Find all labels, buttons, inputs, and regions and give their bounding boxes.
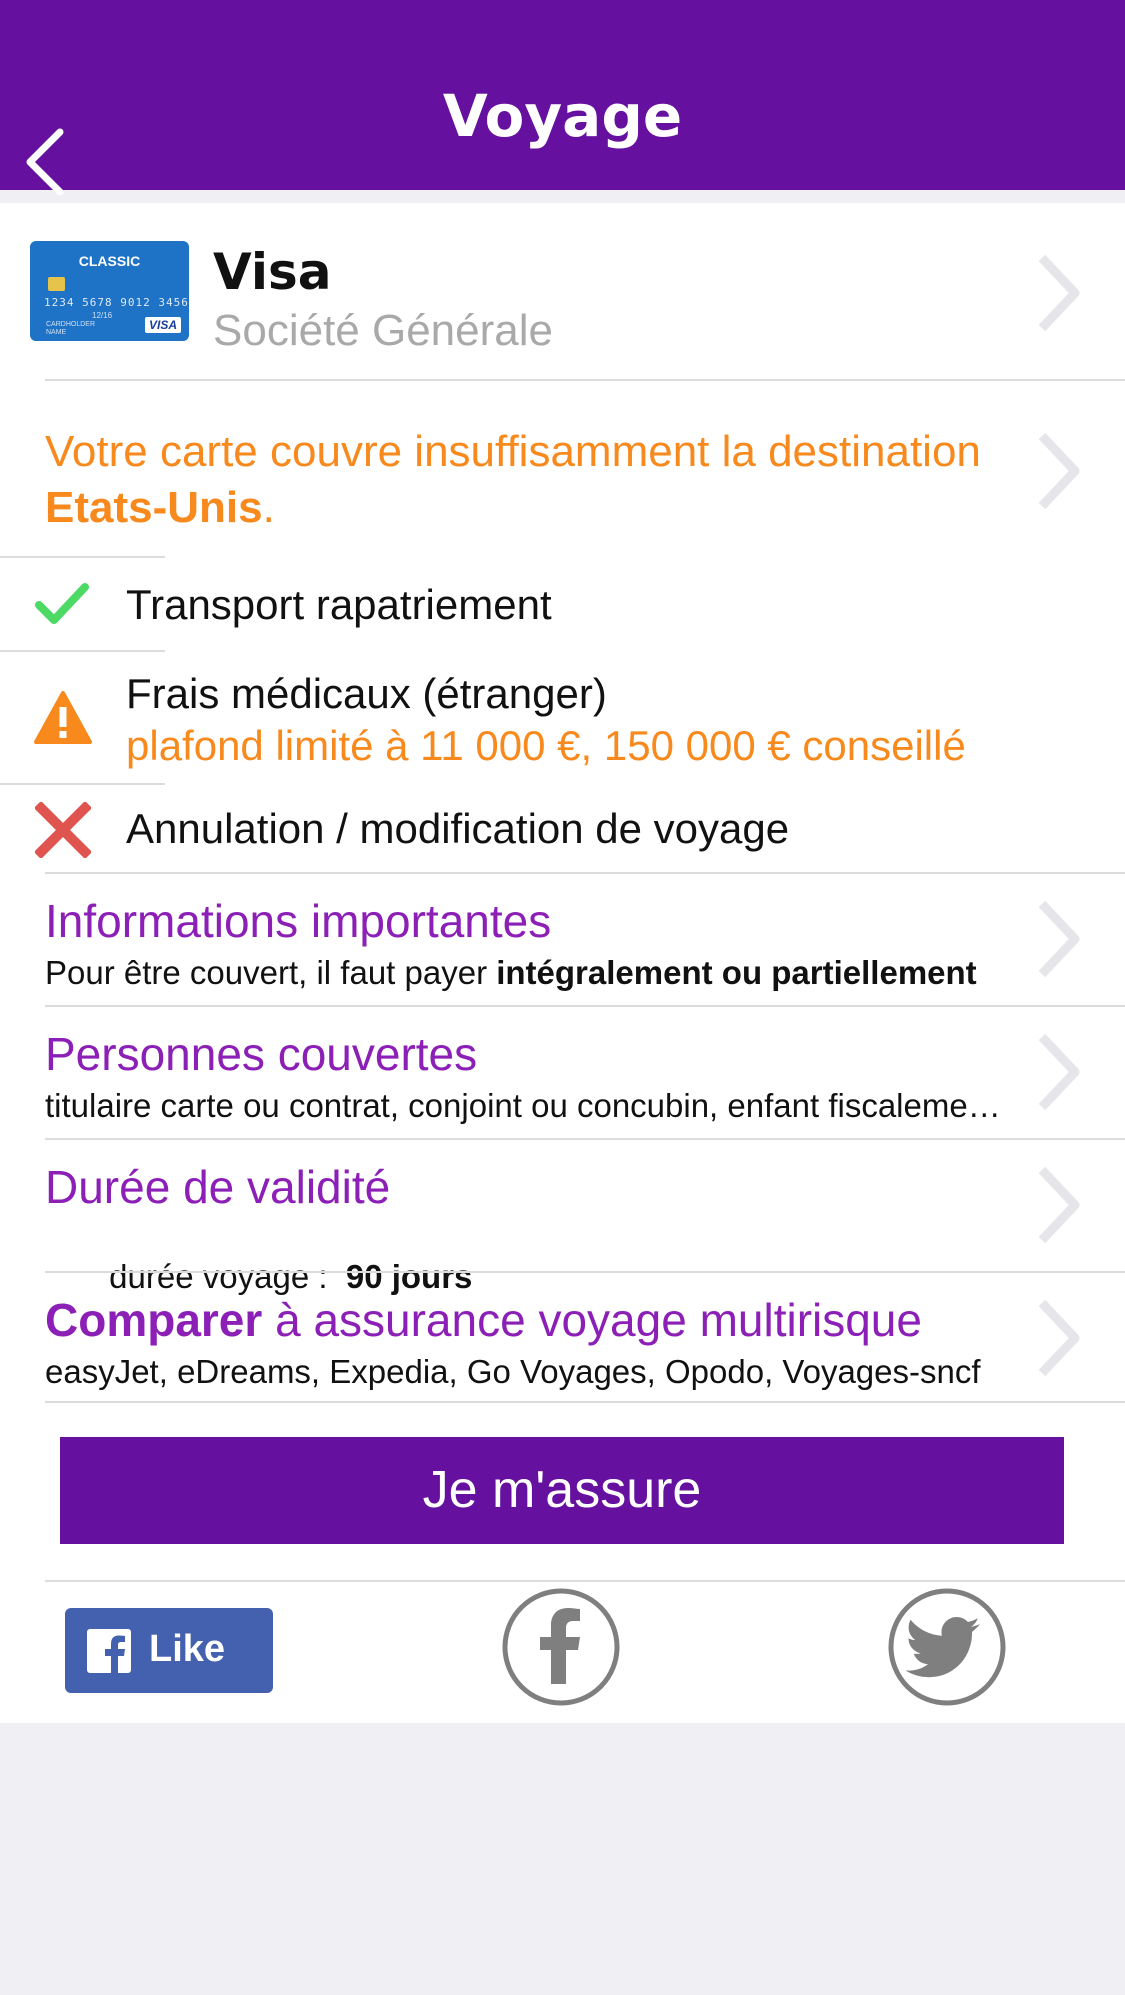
chevron-right-icon — [1038, 900, 1080, 978]
coverage-warning-text: Votre carte couvre insuffisamment la des… — [45, 424, 1075, 536]
card-image-holder: CARDHOLDER NAME — [46, 321, 95, 337]
coverage-item-label: Transport rapatriement — [126, 581, 552, 628]
check-icon — [35, 583, 89, 624]
section-title: Durée de validité — [45, 1161, 391, 1213]
section-subtitle: easyJet, eDreams, Expedia, Go Voyages, O… — [45, 1353, 981, 1390]
section-validity[interactable]: Durée de validité durée voyage : 90 jour… — [0, 1140, 1125, 1295]
divider — [45, 1580, 1125, 1582]
coverage-item-transport: Transport rapatriement — [0, 558, 1125, 650]
facebook-icon — [87, 1629, 131, 1673]
card-image-expiry: 12/16 — [92, 311, 113, 320]
card-image-label: CLASSIC — [78, 253, 141, 269]
section-title-rest: à assurance voyage multirisque — [262, 1294, 922, 1346]
card-name: Visa — [213, 243, 332, 301]
section-important-info[interactable]: Informations importantes Pour être couve… — [0, 874, 1125, 1005]
nav-bar: Voyage — [0, 0, 1125, 196]
chevron-right-icon — [1038, 254, 1080, 332]
coverage-item-cancellation: Annulation / modification de voyage — [0, 785, 1125, 875]
cross-icon — [35, 802, 91, 858]
coverage-warning-message: Votre carte couvre insuffisamment la des… — [45, 427, 981, 476]
coverage-warning[interactable]: Votre carte couvre insuffisamment la des… — [0, 381, 1125, 559]
insure-button[interactable]: Je m'assure — [60, 1437, 1064, 1544]
chevron-right-icon — [1038, 432, 1080, 510]
chevron-right-icon — [1038, 1033, 1080, 1111]
divider — [45, 1401, 1125, 1403]
facebook-like-button[interactable]: Like — [65, 1608, 273, 1693]
card-brand-logo: VISA — [144, 317, 181, 333]
coverage-item-label: Frais médicaux (étranger) — [126, 670, 607, 717]
chevron-right-icon — [1038, 1166, 1080, 1244]
coverage-item-note: plafond limité à 11 000 €, 150 000 € con… — [126, 722, 966, 769]
coverage-warning-suffix: . — [262, 483, 275, 532]
card-image-holder-line1: CARDHOLDER — [46, 321, 96, 328]
section-title: Personnes couvertes — [45, 1028, 478, 1080]
section-subtitle-bold: intégralement ou partiellement — [496, 954, 977, 991]
section-compare[interactable]: Comparer à assurance voyage multirisque … — [0, 1273, 1125, 1404]
twitter-share-button[interactable] — [888, 1588, 1006, 1706]
coverage-item-medical: Frais médicaux (étranger) plafond limité… — [0, 652, 1125, 783]
section-subtitle-text: Pour être couvert, il faut payer — [45, 954, 497, 991]
section-title: Informations importantes — [45, 895, 552, 947]
page-title: Voyage — [442, 82, 683, 150]
card-image: CLASSIC 1234 5678 9012 3456 12/16 CARDHO… — [30, 241, 189, 341]
facebook-share-button[interactable] — [502, 1588, 620, 1706]
card-image-number: 1234 5678 9012 3456 — [44, 296, 189, 309]
coverage-warning-destination: Etats-Unis — [45, 483, 263, 532]
card-bank: Société Générale — [213, 306, 553, 355]
card-row[interactable]: CLASSIC 1234 5678 9012 3456 12/16 CARDHO… — [0, 203, 1125, 379]
section-title-bold: Comparer — [45, 1294, 263, 1346]
chevron-right-icon — [1038, 1299, 1080, 1377]
section-covered-persons[interactable]: Personnes couvertes titulaire carte ou c… — [0, 1007, 1125, 1138]
card-image-holder-line2: NAME — [46, 329, 67, 336]
section-subtitle: Pour être couvert, il faut payer intégra… — [45, 954, 1015, 992]
like-label: Like — [149, 1628, 226, 1670]
section-title: Comparer à assurance voyage multirisque — [45, 1293, 1005, 1347]
warning-icon — [34, 691, 92, 744]
coverage-item-label: Annulation / modification de voyage — [126, 805, 790, 852]
section-subtitle: titulaire carte ou contrat, conjoint ou … — [45, 1087, 1015, 1124]
card-chip — [48, 277, 65, 291]
